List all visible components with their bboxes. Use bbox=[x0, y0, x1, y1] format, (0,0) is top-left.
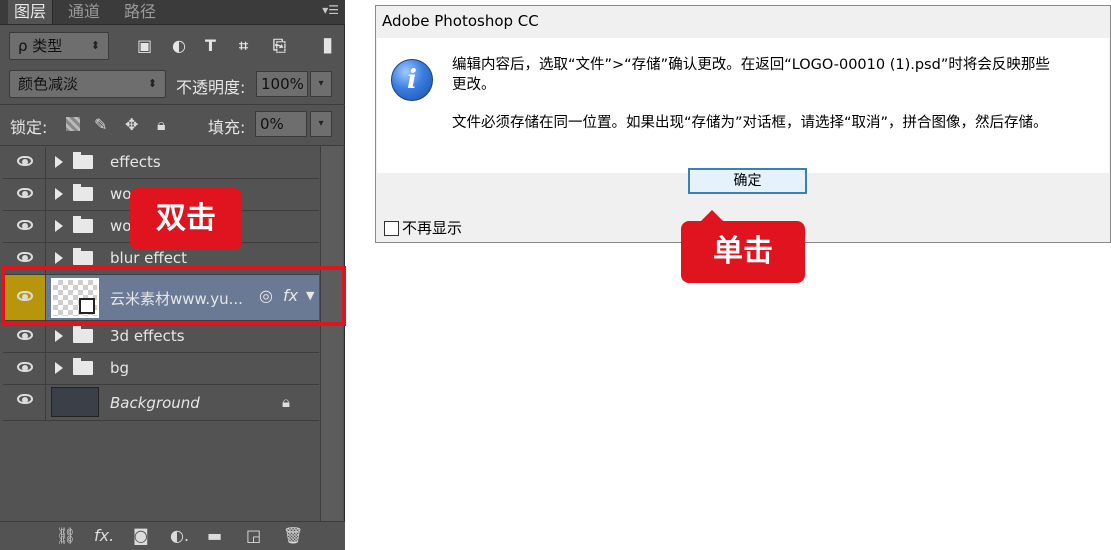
layer-name: wo bbox=[110, 217, 132, 235]
layer-name: Background bbox=[110, 394, 200, 412]
eye-icon bbox=[17, 394, 33, 404]
visibility-toggle[interactable] bbox=[3, 211, 46, 242]
lock-label: 锁定: bbox=[10, 118, 48, 137]
image-filter-icon[interactable]: ▣ bbox=[137, 36, 152, 55]
expand-arrow-icon[interactable] bbox=[55, 156, 63, 168]
save-dialog: Adobe Photoshop CC i 编辑内容后，选取“文件”>“存储”确认… bbox=[375, 5, 1111, 243]
shape-filter-icon[interactable]: ⌗ bbox=[239, 36, 248, 56]
dialog-content: i 编辑内容后，选取“文件”>“存储”确认更改。在返回“LOGO-00010 (… bbox=[377, 38, 1109, 173]
filter-type-label: ρ 类型 bbox=[18, 37, 63, 55]
new-group-icon[interactable]: ▬ bbox=[207, 526, 222, 545]
visibility-toggle[interactable] bbox=[3, 179, 46, 210]
delete-layer-icon[interactable]: 🗑︎ bbox=[283, 526, 303, 545]
expand-arrow-icon[interactable] bbox=[55, 330, 63, 342]
layer-name: wo bbox=[110, 185, 132, 203]
opacity-label: 不透明度: bbox=[176, 78, 246, 97]
add-mask-icon[interactable]: ◙ bbox=[133, 526, 149, 545]
blend-mode-value: 颜色减淡 bbox=[18, 75, 79, 93]
type-filter-icon[interactable]: T bbox=[205, 36, 216, 55]
message-line-2: 更改。 bbox=[452, 77, 496, 93]
updown-arrow-icon: ⬍ bbox=[90, 39, 100, 52]
opacity-input[interactable]: 100% bbox=[256, 71, 308, 97]
smart-object-filter-icon[interactable]: ⎘ bbox=[273, 36, 286, 56]
layer-name: blur effect bbox=[110, 249, 188, 267]
blend-mode-dropdown[interactable]: 颜色减淡 ⬍ bbox=[9, 70, 166, 98]
visibility-toggle[interactable] bbox=[3, 353, 46, 384]
ok-button[interactable]: 确定 bbox=[688, 168, 807, 194]
tab-layers[interactable]: 图层 bbox=[8, 0, 54, 24]
panel-tab-bar: 图层 通道 路径 ▾☰ bbox=[0, 0, 345, 25]
divider bbox=[0, 145, 345, 146]
layers-scrollbar[interactable] bbox=[320, 146, 343, 521]
eye-icon bbox=[17, 330, 33, 340]
single-click-callout: 单击 bbox=[681, 221, 805, 283]
expand-arrow-icon[interactable] bbox=[55, 252, 63, 264]
dont-show-label: 不再显示 bbox=[402, 219, 463, 237]
fill-dropdown-icon[interactable]: ▾ bbox=[310, 111, 332, 137]
folder-icon bbox=[73, 326, 93, 343]
fill-input[interactable]: 0% bbox=[255, 111, 307, 137]
panel-footer: ⛓ fx. ◙ ◐. ▬ ◲ 🗑︎ bbox=[0, 521, 345, 550]
message-line-3: 文件必须存储在同一位置。如果出现“存储为”对话框，请选择“取消”，拼合图像，然后… bbox=[452, 115, 1048, 131]
folder-icon bbox=[73, 216, 93, 233]
panel-menu-icon[interactable]: ▾☰ bbox=[322, 3, 339, 17]
eye-icon bbox=[17, 220, 33, 230]
layer-thumbnail[interactable] bbox=[51, 387, 99, 417]
highlight-box bbox=[1, 266, 346, 326]
message-line-1: 编辑内容后，选取“文件”>“存储”确认更改。在返回“LOGO-00010 (1)… bbox=[452, 57, 1050, 73]
add-style-icon[interactable]: fx. bbox=[94, 526, 114, 545]
divider bbox=[0, 104, 345, 105]
updown-arrow-icon: ⬍ bbox=[147, 77, 157, 90]
visibility-toggle[interactable] bbox=[3, 147, 46, 178]
lock-all-icon[interactable]: 🔒︎ bbox=[157, 115, 166, 135]
tab-paths[interactable]: 路径 bbox=[118, 0, 162, 24]
lock-paint-icon[interactable]: ✎ bbox=[94, 115, 107, 134]
info-icon: i bbox=[391, 59, 433, 101]
folder-icon bbox=[73, 248, 93, 265]
link-layers-icon[interactable]: ⛓ bbox=[56, 526, 76, 545]
filter-type-dropdown[interactable]: ρ 类型 ⬍ bbox=[9, 32, 109, 60]
layer-name: effects bbox=[110, 153, 161, 171]
eye-icon bbox=[17, 252, 33, 262]
layer-row-background[interactable]: Background 🔒︎ bbox=[3, 385, 319, 421]
folder-icon bbox=[73, 152, 93, 169]
tab-channels[interactable]: 通道 bbox=[62, 0, 106, 24]
expand-arrow-icon[interactable] bbox=[55, 188, 63, 200]
opacity-dropdown-icon[interactable]: ▾ bbox=[310, 71, 332, 97]
layer-name: 3d effects bbox=[110, 327, 185, 345]
layer-row-effects[interactable]: effects bbox=[3, 147, 319, 179]
lock-icon: 🔒︎ bbox=[282, 393, 290, 411]
fill-label: 填充: bbox=[208, 118, 246, 137]
layer-name: bg bbox=[110, 359, 130, 377]
eye-icon bbox=[17, 362, 33, 372]
folder-icon bbox=[73, 184, 93, 201]
eye-icon bbox=[17, 188, 33, 198]
layer-row-bg[interactable]: bg bbox=[3, 353, 319, 385]
adjustment-filter-icon[interactable]: ◐ bbox=[172, 36, 186, 55]
expand-arrow-icon[interactable] bbox=[55, 220, 63, 232]
folder-icon bbox=[73, 358, 93, 375]
lock-transparency-icon[interactable] bbox=[66, 117, 80, 131]
filter-toggle-icon[interactable]: ▮ bbox=[322, 32, 333, 56]
dialog-title: Adobe Photoshop CC bbox=[382, 12, 539, 30]
double-click-callout: 双击 bbox=[130, 188, 242, 250]
new-adjustment-icon[interactable]: ◐. bbox=[170, 526, 189, 545]
eye-icon bbox=[17, 156, 33, 166]
lock-position-icon[interactable]: ✥ bbox=[125, 115, 138, 134]
visibility-toggle[interactable] bbox=[3, 385, 46, 420]
dont-show-checkbox[interactable] bbox=[384, 221, 399, 236]
new-layer-icon[interactable]: ◲ bbox=[246, 526, 261, 545]
expand-arrow-icon[interactable] bbox=[55, 362, 63, 374]
